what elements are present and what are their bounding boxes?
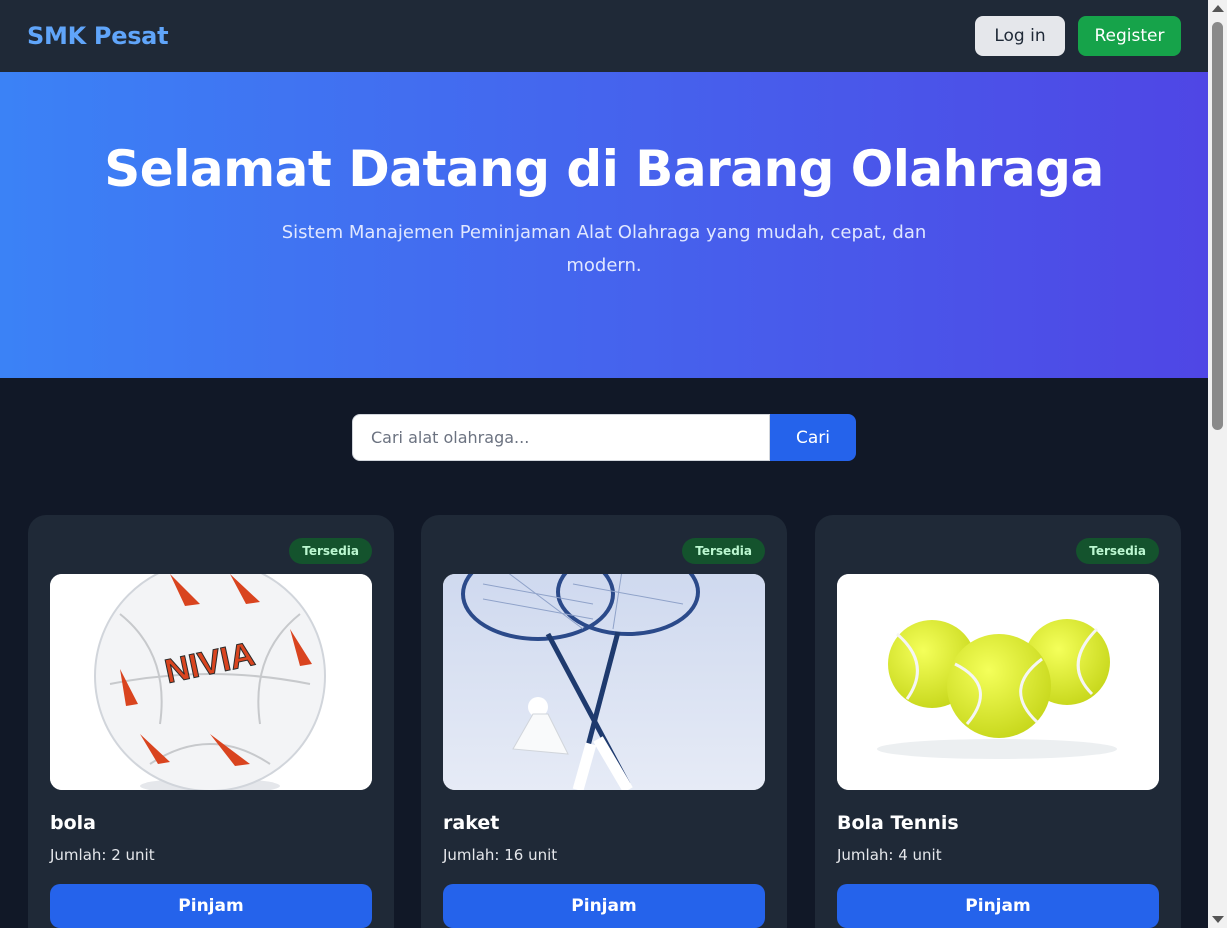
navbar: SMK Pesat Log in Register: [0, 0, 1208, 72]
tennis-balls-image: [837, 574, 1159, 790]
item-name: bola: [50, 812, 96, 834]
nav-actions: Log in Register: [975, 16, 1181, 56]
item-name: Bola Tennis: [837, 812, 959, 834]
hero-banner: Selamat Datang di Barang Olahraga Sistem…: [0, 72, 1208, 378]
item-quantity: Jumlah: 2 unit: [50, 846, 155, 864]
brand-logo-text[interactable]: SMK Pesat: [27, 22, 169, 50]
item-name: raket: [443, 812, 500, 834]
search-button[interactable]: Cari: [770, 414, 856, 461]
scrollbar-thumb[interactable]: [1212, 22, 1223, 430]
item-card-bola-tennis: Tersedia Bola Tennis Jumlah: 4 unit Pinj…: [815, 515, 1181, 928]
badminton-illustration: [443, 574, 765, 790]
tennis-balls-illustration: [837, 574, 1159, 790]
scroll-down-arrow-icon[interactable]: [1212, 916, 1224, 923]
hero-title: Selamat Datang di Barang Olahraga: [104, 140, 1104, 198]
item-quantity: Jumlah: 16 unit: [443, 846, 558, 864]
football-image: NIVIA: [50, 574, 372, 790]
borrow-button[interactable]: Pinjam: [443, 884, 765, 928]
scroll-up-arrow-icon[interactable]: [1212, 5, 1224, 12]
item-quantity: Jumlah: 4 unit: [837, 846, 942, 864]
borrow-button[interactable]: Pinjam: [837, 884, 1159, 928]
status-badge: Tersedia: [1076, 538, 1159, 564]
borrow-button[interactable]: Pinjam: [50, 884, 372, 928]
page-scrollbar[interactable]: [1208, 0, 1227, 928]
hero-subtitle: Sistem Manajemen Peminjaman Alat Olahrag…: [281, 222, 927, 276]
status-badge: Tersedia: [682, 538, 765, 564]
search-bar: Cari: [352, 414, 856, 461]
badminton-racket-image: [443, 574, 765, 790]
football-illustration: NIVIA: [50, 574, 372, 790]
item-card-bola: Tersedia NIVIA bola Jumlah: 2 unit Pinja…: [28, 515, 394, 928]
item-card-raket: Tersedia raket Jumlah: 16 unit Pinjam: [421, 515, 787, 928]
search-input[interactable]: [352, 414, 770, 461]
status-badge: Tersedia: [289, 538, 372, 564]
register-button[interactable]: Register: [1078, 16, 1181, 56]
login-button[interactable]: Log in: [975, 16, 1065, 56]
